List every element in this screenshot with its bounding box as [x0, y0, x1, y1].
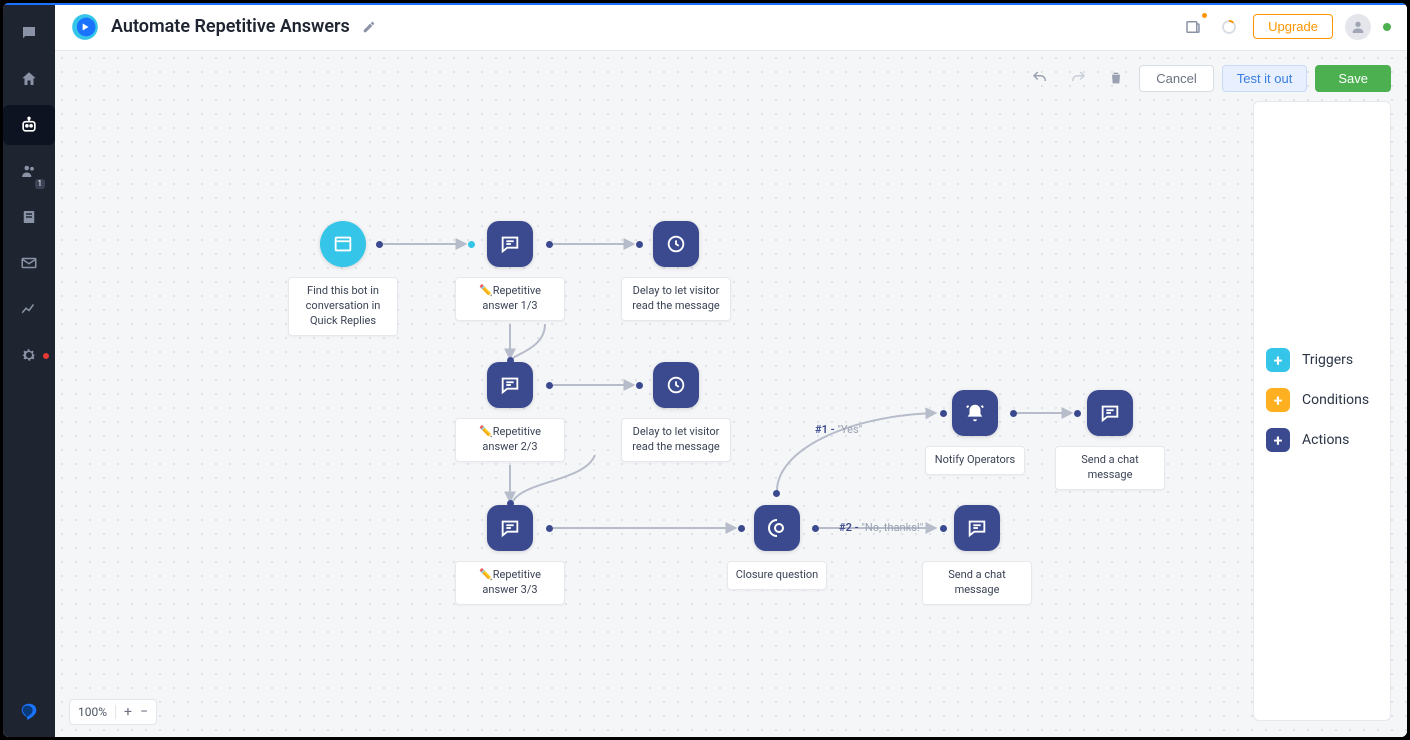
legend-label: Triggers: [1302, 352, 1353, 368]
node-trigger-start[interactable]: Find this bot in conversation in Quick R…: [288, 221, 398, 336]
legend-conditions[interactable]: + Conditions: [1266, 388, 1378, 412]
undo-icon[interactable]: [1025, 63, 1055, 93]
node-delay1[interactable]: Delay to let visitor read the message: [621, 221, 731, 321]
bell-icon: [952, 390, 998, 436]
legend-label: Actions: [1302, 432, 1349, 448]
node-chat-yes[interactable]: Send a chat message: [1055, 390, 1165, 490]
flow-canvas[interactable]: Cancel Test it out Save + Triggers + Con…: [55, 51, 1407, 737]
avatar[interactable]: [1345, 14, 1371, 40]
clock-icon: [653, 221, 699, 267]
settings-alert-dot: [43, 353, 49, 359]
page-title: Automate Repetitive Answers: [111, 16, 350, 37]
edge-label-text: "No, thanks!": [861, 521, 923, 534]
online-dot: [1383, 23, 1391, 31]
sidebar-brand-icon[interactable]: [3, 701, 55, 723]
sidebar-item-users[interactable]: 1: [15, 157, 43, 185]
node-label: Closure question: [727, 561, 827, 590]
node-rep3[interactable]: ✏️Repetitive answer 3/3: [455, 505, 565, 605]
sidebar-item-chat[interactable]: [15, 19, 43, 47]
message-icon: [487, 221, 533, 267]
sidebar-item-settings[interactable]: [15, 341, 43, 369]
sidebar-item-bot[interactable]: [15, 111, 43, 139]
edge-label-num: #1 -: [815, 423, 837, 436]
node-rep1[interactable]: ✏️Repetitive answer 1/3: [455, 221, 565, 321]
logo-icon: [71, 13, 99, 41]
zoom-in-button[interactable]: +: [124, 705, 132, 719]
legend-actions[interactable]: + Actions: [1266, 428, 1378, 452]
node-rep2[interactable]: ✏️Repetitive answer 2/3: [455, 362, 565, 462]
node-label: Send a chat message: [1055, 446, 1165, 490]
plus-icon: +: [1266, 348, 1290, 372]
node-label: Delay to let visitor read the message: [621, 418, 731, 462]
node-label: ✏️Repetitive answer 2/3: [455, 418, 565, 462]
delete-icon[interactable]: [1101, 63, 1131, 93]
upgrade-button[interactable]: Upgrade: [1253, 14, 1333, 39]
message-icon: [954, 505, 1000, 551]
node-chat-no[interactable]: Send a chat message: [922, 505, 1032, 605]
news-icon[interactable]: [1181, 15, 1205, 39]
sidebar-item-contacts[interactable]: [15, 203, 43, 231]
node-delay2[interactable]: Delay to let visitor read the message: [621, 362, 731, 462]
node-notify[interactable]: Notify Operators: [920, 390, 1030, 475]
node-label: Notify Operators: [925, 446, 1025, 475]
zoom-level: 100%: [78, 705, 107, 719]
node-label: Send a chat message: [922, 561, 1032, 605]
window-icon: [320, 221, 366, 267]
node-label: ✏️Repetitive answer 3/3: [455, 561, 565, 605]
clock-icon: [653, 362, 699, 408]
zoom-out-button[interactable]: −: [140, 705, 148, 719]
sidebar-item-mail[interactable]: [15, 249, 43, 277]
save-button[interactable]: Save: [1315, 65, 1391, 92]
node-label: Delay to let visitor read the message: [621, 277, 731, 321]
sidebar-item-analytics[interactable]: [15, 295, 43, 323]
news-dot: [1202, 13, 1207, 18]
edit-title-icon[interactable]: [362, 19, 378, 35]
sidebar-item-home[interactable]: [15, 65, 43, 93]
message-icon: [1087, 390, 1133, 436]
node-closure[interactable]: Closure question: [722, 505, 832, 590]
header: Automate Repetitive Answers Upgrade: [55, 3, 1407, 51]
message-icon: [487, 362, 533, 408]
message-icon: [487, 505, 533, 551]
test-button[interactable]: Test it out: [1222, 65, 1308, 92]
edges: [55, 51, 1407, 737]
node-label: ✏️Repetitive answer 1/3: [455, 277, 565, 321]
right-panel: + Triggers + Conditions + Actions: [1253, 101, 1391, 721]
node-label: Find this bot in conversation in Quick R…: [288, 277, 398, 336]
zoom-control: 100% + −: [69, 699, 157, 725]
redo-icon[interactable]: [1063, 63, 1093, 93]
legend-label: Conditions: [1302, 392, 1369, 408]
usage-ring-icon[interactable]: [1217, 15, 1241, 39]
legend-triggers[interactable]: + Triggers: [1266, 348, 1378, 372]
edge-label-text: "Yes": [837, 423, 862, 436]
edge-label-num: #2 -: [839, 521, 861, 534]
canvas-toolbar: Cancel Test it out Save: [1025, 63, 1391, 93]
cancel-button[interactable]: Cancel: [1139, 65, 1213, 92]
left-sidebar: 1: [3, 3, 55, 737]
plus-icon: +: [1266, 428, 1290, 452]
plus-icon: +: [1266, 388, 1290, 412]
users-badge: 1: [35, 179, 46, 189]
closure-icon: [754, 505, 800, 551]
